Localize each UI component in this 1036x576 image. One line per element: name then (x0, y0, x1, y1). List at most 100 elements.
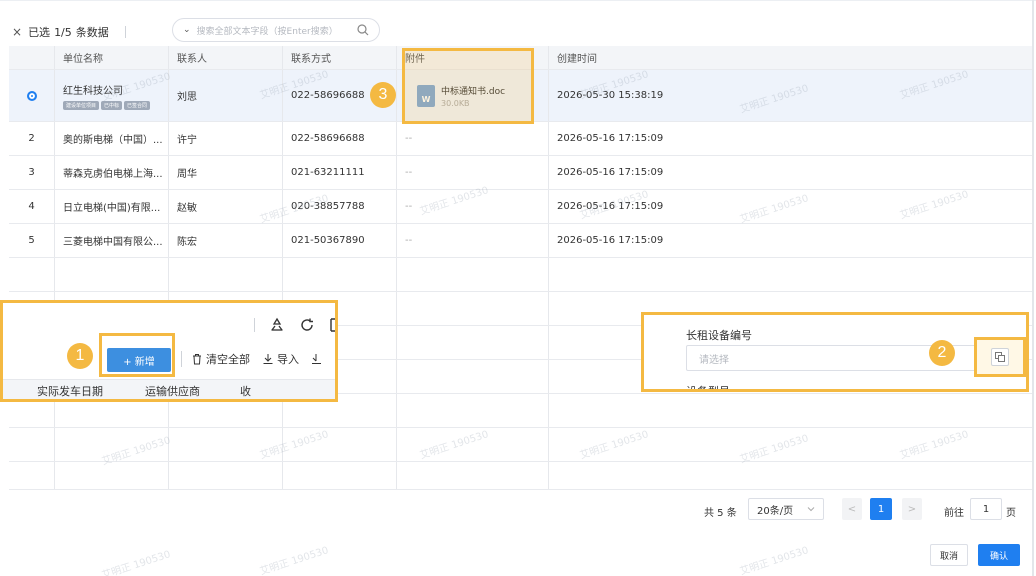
close-icon[interactable]: × (12, 25, 22, 39)
toolbar-divider (254, 318, 255, 332)
phone-cell: 020-38857788 (283, 190, 397, 223)
table-header: 单位名称 联系人 联系方式 附件 创建时间 (9, 46, 1033, 70)
page-suffix: 页 (1006, 508, 1016, 519)
step-badge-1: 1 (67, 343, 93, 369)
attachment-cell: -- (397, 122, 549, 155)
empty-row (9, 462, 1033, 490)
row-index: 2 (9, 122, 55, 155)
header-contact: 联系人 (169, 46, 283, 69)
attachment-cell: -- (397, 190, 549, 223)
header-created: 创建时间 (557, 54, 597, 65)
import-button[interactable]: 导入 (262, 351, 299, 367)
watermark: 艾明正 190530 (738, 545, 810, 576)
attachment-cell: -- (397, 224, 549, 257)
goto-page-input[interactable]: 1 (970, 498, 1002, 520)
equipment-callout-panel: 长租设备编号 请选择 设备型号 (641, 312, 1029, 392)
cancel-button[interactable]: 取消 (930, 544, 968, 566)
row-index: 4 (9, 190, 55, 223)
unit-cell: 日立电梯(中国)有限... (55, 190, 169, 223)
table-row[interactable]: 3 蒂森克虏伯电梯上海... 周华 021-63211111 -- 2026-0… (9, 156, 1033, 190)
col-receiver: 收 (240, 384, 251, 398)
next-page-button[interactable]: > (902, 498, 922, 520)
phone-cell: 021-63211111 (283, 156, 397, 189)
toolbar-icons (254, 317, 335, 333)
pagination-total: 共 5 条 (704, 508, 737, 519)
unit-tag: 已签合同 (124, 100, 151, 110)
phone-cell: 022-58696688 (283, 122, 397, 155)
equipment-number-label: 长租设备编号 (686, 329, 752, 342)
trash-icon (193, 354, 201, 365)
row-index: 3 (9, 156, 55, 189)
import-label: 导入 (277, 353, 299, 366)
data-table: 单位名称 联系人 联系方式 附件 创建时间 红生科技公司 建设单位项目 已中标 … (9, 46, 1033, 490)
attachment-size: 30.0KB (441, 98, 470, 108)
chevron-down-icon[interactable]: ⌄ (183, 25, 191, 35)
page-size-value: 20条/页 (757, 505, 794, 517)
recycle-icon[interactable] (269, 317, 285, 333)
header-phone: 联系方式 (283, 46, 397, 69)
attachment-name[interactable]: 中标通知书.doc (441, 84, 505, 97)
step-badge-3: 3 (370, 82, 396, 108)
search-icon[interactable] (357, 24, 369, 36)
refresh-icon[interactable] (299, 317, 315, 333)
contact-cell: 赵敏 (169, 190, 283, 223)
attachment-file[interactable]: W 中标通知书.doc 30.0KB (417, 84, 505, 108)
table-row[interactable]: 5 三菱电梯中国有限公... 陈宏 021-50367890 -- 2026-0… (9, 224, 1033, 258)
pagination: 共 5 条 20条/页 < 1 > 前往 1 页 (0, 498, 1036, 522)
page-size-select[interactable]: 20条/页 (748, 498, 824, 520)
row-index: 5 (9, 224, 55, 257)
row-select-cell[interactable] (9, 70, 55, 121)
subtable-header: 实际发车日期 运输供应商 收 (3, 379, 335, 399)
selection-suffix: 条数据 (75, 26, 109, 39)
scrollbar[interactable] (1032, 0, 1034, 576)
watermark: 艾明正 190530 (100, 549, 172, 576)
header-attachment: 附件 (397, 46, 549, 69)
attachment-cell: W 中标通知书.doc 30.0KB (397, 70, 549, 121)
table-row[interactable]: 2 奥的斯电梯（中国）... 许宁 022-58696688 -- 2026-0… (9, 122, 1033, 156)
clear-all-label: 清空全部 (206, 353, 250, 366)
prev-page-button[interactable]: < (842, 498, 862, 520)
table-row[interactable]: 4 日立电梯(中国)有限... 赵敏 020-38857788 -- 2026-… (9, 190, 1033, 224)
column-settings-icon[interactable] (329, 317, 335, 333)
contact-cell: 周华 (169, 156, 283, 189)
created-cell: 2026-05-16 17:15:09 (557, 167, 664, 178)
radio-selected-icon[interactable] (26, 90, 37, 101)
empty-row (9, 428, 1033, 462)
page-number-current[interactable]: 1 (870, 498, 892, 520)
col-transport-supplier: 运输供应商 (145, 384, 200, 398)
clear-all-button[interactable]: 清空全部 (191, 351, 250, 367)
selection-separator (124, 26, 126, 38)
contact-cell: 刘思 (169, 70, 283, 121)
export-icon[interactable] (311, 353, 321, 365)
phone-cell: 021-50367890 (283, 224, 397, 257)
col-actual-departure: 实际发车日期 (37, 384, 103, 398)
equipment-model-label: 设备型号 (686, 385, 730, 392)
selection-count: 1/5 (54, 25, 72, 39)
header-unit: 单位名称 (55, 46, 169, 69)
created-cell: 2026-05-16 17:15:09 (557, 201, 664, 212)
page-root: × 已选 1/5 条数据 ⌄ 搜索全部文本字段（按Enter搜索） 单位名称 联… (0, 0, 1036, 576)
attachment-cell: -- (397, 156, 549, 189)
watermark: 艾明正 190530 (258, 545, 330, 576)
unit-cell: 红生科技公司 建设单位项目 已中标 已签合同 (55, 70, 169, 121)
copy-button[interactable] (974, 337, 1026, 377)
empty-row (9, 258, 1033, 292)
confirm-button[interactable]: 确认 (978, 544, 1020, 566)
unit-cell: 蒂森克虏伯电梯上海... (55, 156, 169, 189)
goto-label: 前往 (944, 508, 964, 519)
add-button[interactable]: + 新增 (107, 348, 171, 372)
unit-cell: 奥的斯电梯（中国）... (55, 122, 169, 155)
created-cell: 2026-05-16 17:15:09 (557, 235, 664, 246)
toolbar-callout-panel: + 新增 1 清空全部 导入 实际发车日期 运输供应商 收 (0, 300, 338, 402)
unit-cell: 三菱电梯中国有限公... (55, 224, 169, 257)
actions-divider (181, 351, 182, 367)
selection-info: × 已选 1/5 条数据 (12, 24, 126, 40)
created-cell: 2026-05-30 15:38:19 (557, 90, 664, 101)
chevron-down-icon (807, 507, 815, 512)
import-icon (263, 354, 273, 364)
word-document-icon: W (417, 84, 435, 107)
toolbar-actions: 清空全部 导入 (181, 351, 321, 367)
unit-tag: 建设单位项目 (63, 100, 100, 110)
table-row[interactable]: 红生科技公司 建设单位项目 已中标 已签合同 刘思 022-58696688 W… (9, 70, 1033, 122)
search-input[interactable]: ⌄ 搜索全部文本字段（按Enter搜索） (172, 18, 380, 42)
